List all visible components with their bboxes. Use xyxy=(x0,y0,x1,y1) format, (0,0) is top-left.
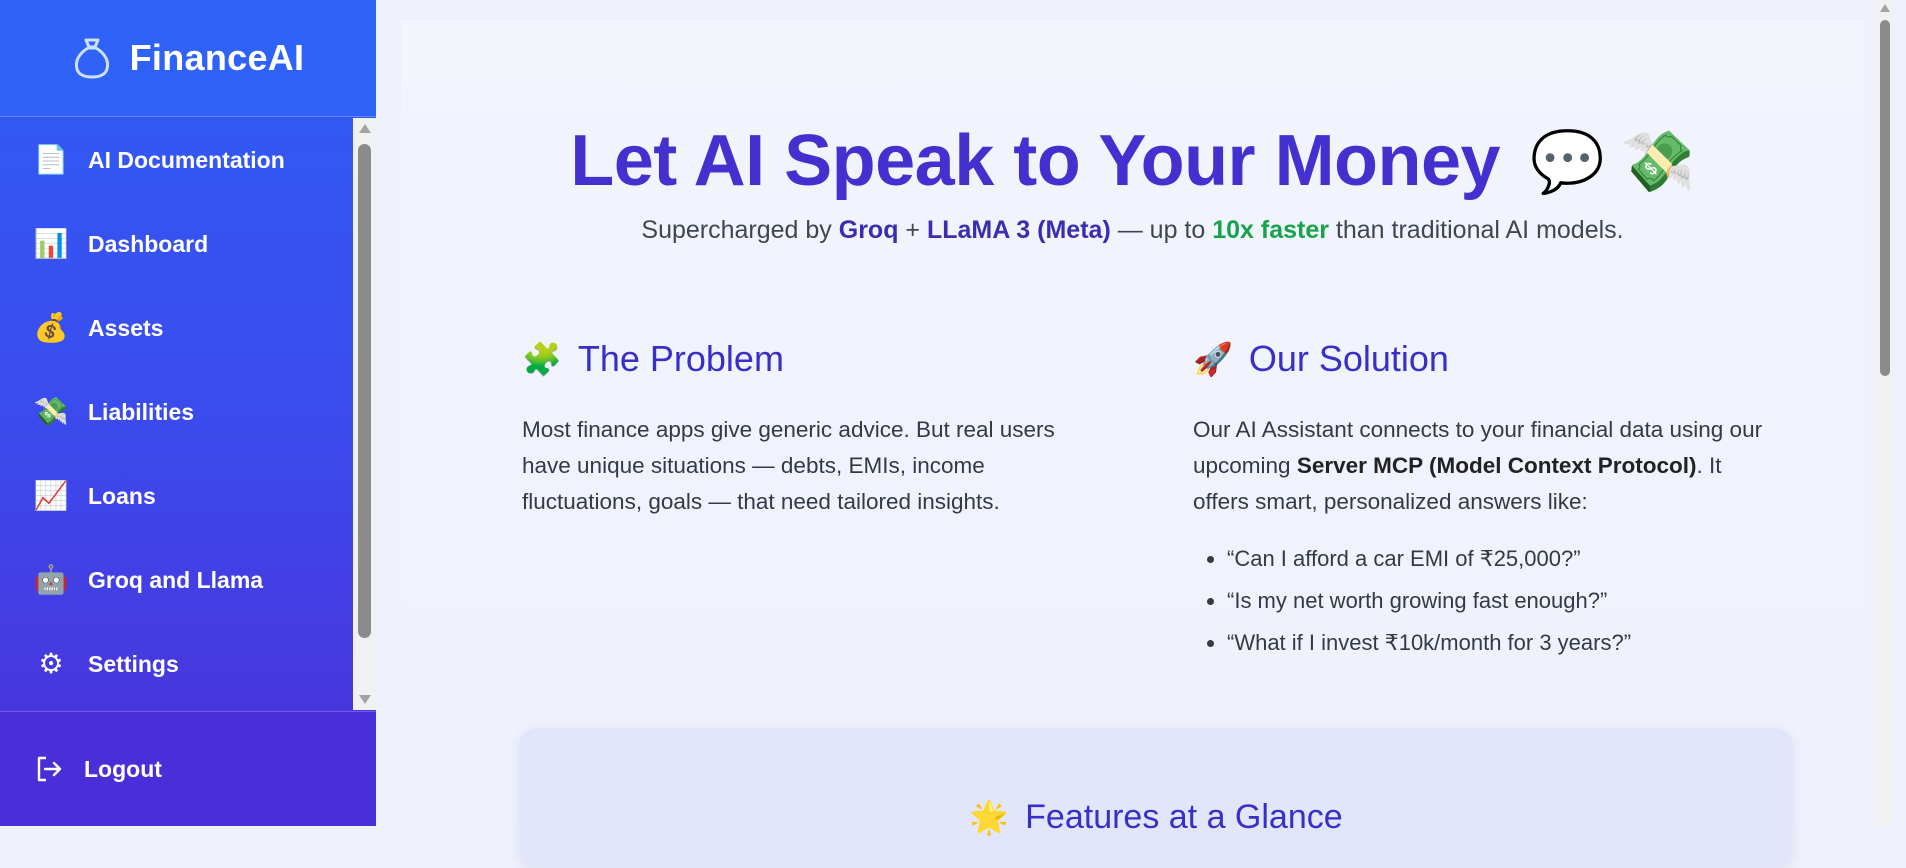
problem-section: 🧩 The Problem Most finance apps give gen… xyxy=(522,338,1092,520)
solution-heading: 🚀 Our Solution xyxy=(1193,338,1763,380)
subtitle-prefix: Supercharged by xyxy=(641,216,839,244)
content-panel: Let AI Speak to Your Money 💬 💸 Superchar… xyxy=(401,20,1864,868)
scroll-up-arrow-icon[interactable] xyxy=(1880,4,1890,12)
logout-button[interactable]: Logout xyxy=(0,711,376,826)
page-title: Let AI Speak to Your Money 💬 💸 xyxy=(570,120,1695,202)
gear-icon: ⚙ xyxy=(38,648,64,679)
features-card: 🌟 Features at a Glance xyxy=(519,728,1793,868)
subtitle-fast: 10x faster xyxy=(1212,216,1329,244)
sidebar-item-groq-and-llama[interactable]: 🤖 Groq and Llama xyxy=(0,538,353,622)
features-heading: 🌟 Features at a Glance xyxy=(519,798,1793,837)
sidebar-item-label: AI Documentation xyxy=(88,146,285,173)
puzzle-icon: 🧩 xyxy=(522,341,562,377)
hero: Let AI Speak to Your Money 💬 💸 Superchar… xyxy=(401,120,1864,245)
solution-text: Our AI Assistant connects to your financ… xyxy=(1193,412,1763,520)
document-icon: 📄 xyxy=(33,144,69,175)
sidebar-nav: 📄 AI Documentation 📊 Dashboard 💰 Assets … xyxy=(0,118,353,710)
sidebar-item-liabilities[interactable]: 💸 Liabilities xyxy=(0,370,353,454)
scroll-up-arrow-icon[interactable] xyxy=(359,124,371,133)
money-bag-icon xyxy=(74,38,109,79)
rocket-icon: 🚀 xyxy=(1193,341,1233,377)
brand[interactable]: FinanceAI xyxy=(0,0,376,117)
sidebar-item-label: Liabilities xyxy=(88,398,195,425)
subtitle-groq: Groq xyxy=(838,216,899,244)
list-item: “Is my net worth growing fast enough?” xyxy=(1227,580,1763,622)
sidebar-item-loans[interactable]: 📈 Loans xyxy=(0,454,353,538)
speech-money-icon: 💬 💸 xyxy=(1530,127,1695,195)
subtitle-plus: + xyxy=(898,216,927,244)
sidebar-item-label: Groq and Llama xyxy=(88,566,264,593)
robot-icon: 🤖 xyxy=(33,564,69,595)
sidebar-item-settings[interactable]: ⚙ Settings xyxy=(0,622,353,706)
subtitle-mid: — up to xyxy=(1110,216,1213,244)
sidebar-item-ai-documentation[interactable]: 📄 AI Documentation xyxy=(0,118,353,202)
logout-icon xyxy=(37,756,62,782)
subtitle-suffix: than traditional AI models. xyxy=(1328,216,1624,244)
subtitle-llama: LLaMA 3 (Meta) xyxy=(926,216,1111,244)
scrollbar-thumb[interactable] xyxy=(358,144,371,638)
list-item: “Can I afford a car EMI of ₹25,000?” xyxy=(1227,538,1763,580)
problem-title: The Problem xyxy=(577,338,784,379)
liabilities-icon: 💸 xyxy=(33,396,69,427)
solution-section: 🚀 Our Solution Our AI Assistant connects… xyxy=(1193,338,1763,664)
sidebar-item-label: Settings xyxy=(88,650,179,677)
dashboard-icon: 📊 xyxy=(33,228,69,259)
hero-subtitle: Supercharged by Groq + LLaMA 3 (Meta) — … xyxy=(401,216,1864,245)
page-title-text: Let AI Speak to Your Money xyxy=(570,121,1501,201)
sidebar-item-assets[interactable]: 💰 Assets xyxy=(0,286,353,370)
scrollbar-thumb[interactable] xyxy=(1880,20,1890,376)
solution-examples: “Can I afford a car EMI of ₹25,000?” “Is… xyxy=(1193,538,1763,664)
sidebar-item-label: Assets xyxy=(88,314,164,341)
brand-name: FinanceAI xyxy=(129,37,305,78)
assets-icon: 💰 xyxy=(33,312,69,343)
page-scrollbar[interactable] xyxy=(1878,0,1892,826)
list-item: “What if I invest ₹10k/month for 3 years… xyxy=(1227,622,1763,664)
problem-text: Most finance apps give generic advice. B… xyxy=(522,417,1055,514)
sidebar-item-label: Loans xyxy=(88,482,156,509)
solution-text-bold: Server MCP (Model Context Protocol) xyxy=(1296,453,1697,478)
sidebar-item-dashboard[interactable]: 📊 Dashboard xyxy=(0,202,353,286)
logout-label: Logout xyxy=(84,755,162,782)
loans-icon: 📈 xyxy=(33,480,69,511)
solution-title: Our Solution xyxy=(1248,338,1449,379)
main-content: Let AI Speak to Your Money 💬 💸 Superchar… xyxy=(376,0,1892,868)
sidebar: FinanceAI 📄 AI Documentation 📊 Dashboard… xyxy=(0,0,376,826)
scroll-down-arrow-icon[interactable] xyxy=(359,695,371,704)
problem-heading: 🧩 The Problem xyxy=(522,338,1092,380)
sidebar-scrollbar[interactable] xyxy=(353,118,376,710)
features-title: Features at a Glance xyxy=(1025,798,1343,836)
star-icon: 🌟 xyxy=(969,799,1010,835)
sidebar-item-label: Dashboard xyxy=(88,230,209,257)
